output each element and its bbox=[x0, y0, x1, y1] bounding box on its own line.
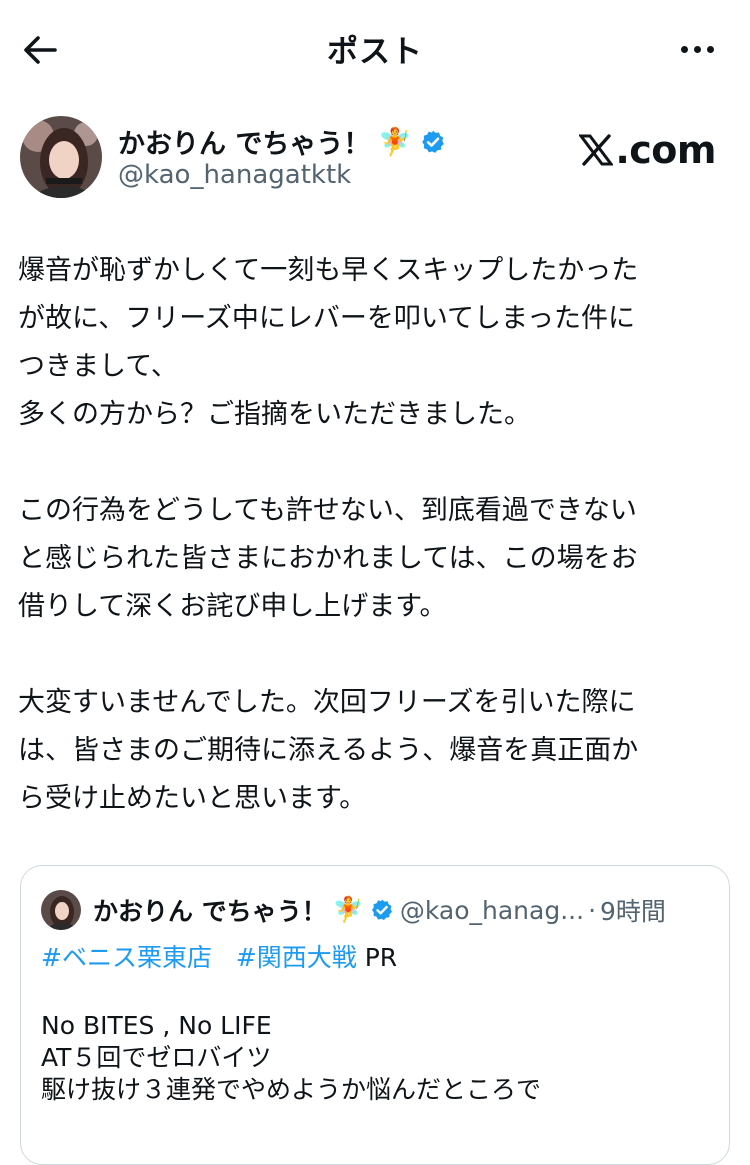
post-text: 爆音が恥ずかしくて一刻も早くスキップしたかった が故に、フリーズ中にレバーを叩い… bbox=[18, 247, 728, 823]
author-name-text: かおりん でちゃう！ bbox=[118, 129, 371, 160]
fairy-emoji: 🧚 bbox=[332, 895, 364, 924]
post-line: 多くの方から？ご指摘をいただきました。 bbox=[18, 399, 531, 430]
quoted-timestamp: 9時間 bbox=[600, 897, 666, 926]
post-author: かおりん でちゃう！ 🧚 @kao_hanagatktk .com bbox=[20, 116, 730, 206]
quoted-line: No BITES , No LIFE bbox=[41, 1011, 272, 1040]
avatar[interactable] bbox=[20, 116, 102, 198]
post-line: つきまして、 bbox=[18, 351, 178, 382]
hashtag-link[interactable]: #ベニス栗東店 bbox=[41, 943, 212, 972]
quoted-text: No BITES , No LIFE AT５回でゼロバイツ 駆け抜け３連発でやめ… bbox=[41, 1010, 541, 1106]
quoted-author-handle: @kao_hanag... bbox=[399, 895, 585, 925]
separator-dot: · bbox=[588, 895, 597, 925]
quoted-avatar-image bbox=[41, 890, 81, 930]
post-line: 大変すいませんでした。次回フリーズを引いた際に bbox=[18, 687, 636, 718]
quoted-post[interactable]: かおりん でちゃう！ 🧚 @kao_hanag... · 9時間 #ベニス栗東店… bbox=[20, 865, 730, 1165]
more-dot-icon bbox=[680, 45, 688, 53]
hashtag-link[interactable]: #関西大戦 bbox=[236, 943, 357, 972]
x-com-text: .com bbox=[615, 128, 716, 172]
post-line: と感じられた皆さまにおかれましては、この場をお bbox=[18, 543, 638, 574]
more-dot-icon bbox=[693, 45, 701, 53]
fairy-emoji: 🧚 bbox=[378, 126, 413, 158]
post-line: 借りして深くお詫び申し上げます。 bbox=[18, 591, 447, 622]
verified-badge-icon bbox=[422, 130, 444, 153]
more-dot-icon bbox=[706, 45, 714, 53]
quoted-avatar bbox=[41, 890, 81, 930]
quoted-line: AT５回でゼロバイツ bbox=[41, 1043, 272, 1072]
quoted-author-name: かおりん でちゃう！ bbox=[93, 897, 327, 926]
pr-label: PR bbox=[364, 943, 398, 972]
quoted-hashtags: #ベニス栗東店 #関西大戦 PR bbox=[41, 938, 397, 974]
post-line: が故に、フリーズ中にレバーを叩いてしまった件に bbox=[18, 303, 635, 334]
page-title: ポスト bbox=[327, 34, 423, 70]
x-com-logo: .com bbox=[579, 128, 716, 172]
paragraph-break bbox=[18, 439, 728, 487]
more-options-button[interactable] bbox=[672, 34, 722, 64]
paragraph-break bbox=[18, 631, 728, 679]
post-line: この行為をどうしても許せない、到底看過できない bbox=[18, 495, 637, 526]
post-line: ら受け止めたいと思います。 bbox=[18, 783, 367, 814]
top-bar: ポスト bbox=[0, 0, 750, 100]
quoted-post-header: かおりん でちゃう！ 🧚 @kao_hanag... · 9時間 bbox=[41, 888, 721, 932]
post-line: は、皆さまのご期待に添えるよう、爆音を真正面か bbox=[18, 735, 639, 766]
avatar-image bbox=[20, 116, 102, 198]
verified-badge-icon bbox=[371, 899, 392, 920]
post-line: 爆音が恥ずかしくて一刻も早くスキップしたかった bbox=[18, 255, 639, 286]
author-handle[interactable]: @kao_hanagatktk bbox=[118, 160, 351, 190]
x-logo-icon bbox=[579, 134, 614, 166]
quoted-line: 駆け抜け３連発でやめようか悩んだところで bbox=[41, 1075, 542, 1104]
author-display-name[interactable]: かおりん でちゃう！ 🧚 bbox=[118, 122, 446, 161]
